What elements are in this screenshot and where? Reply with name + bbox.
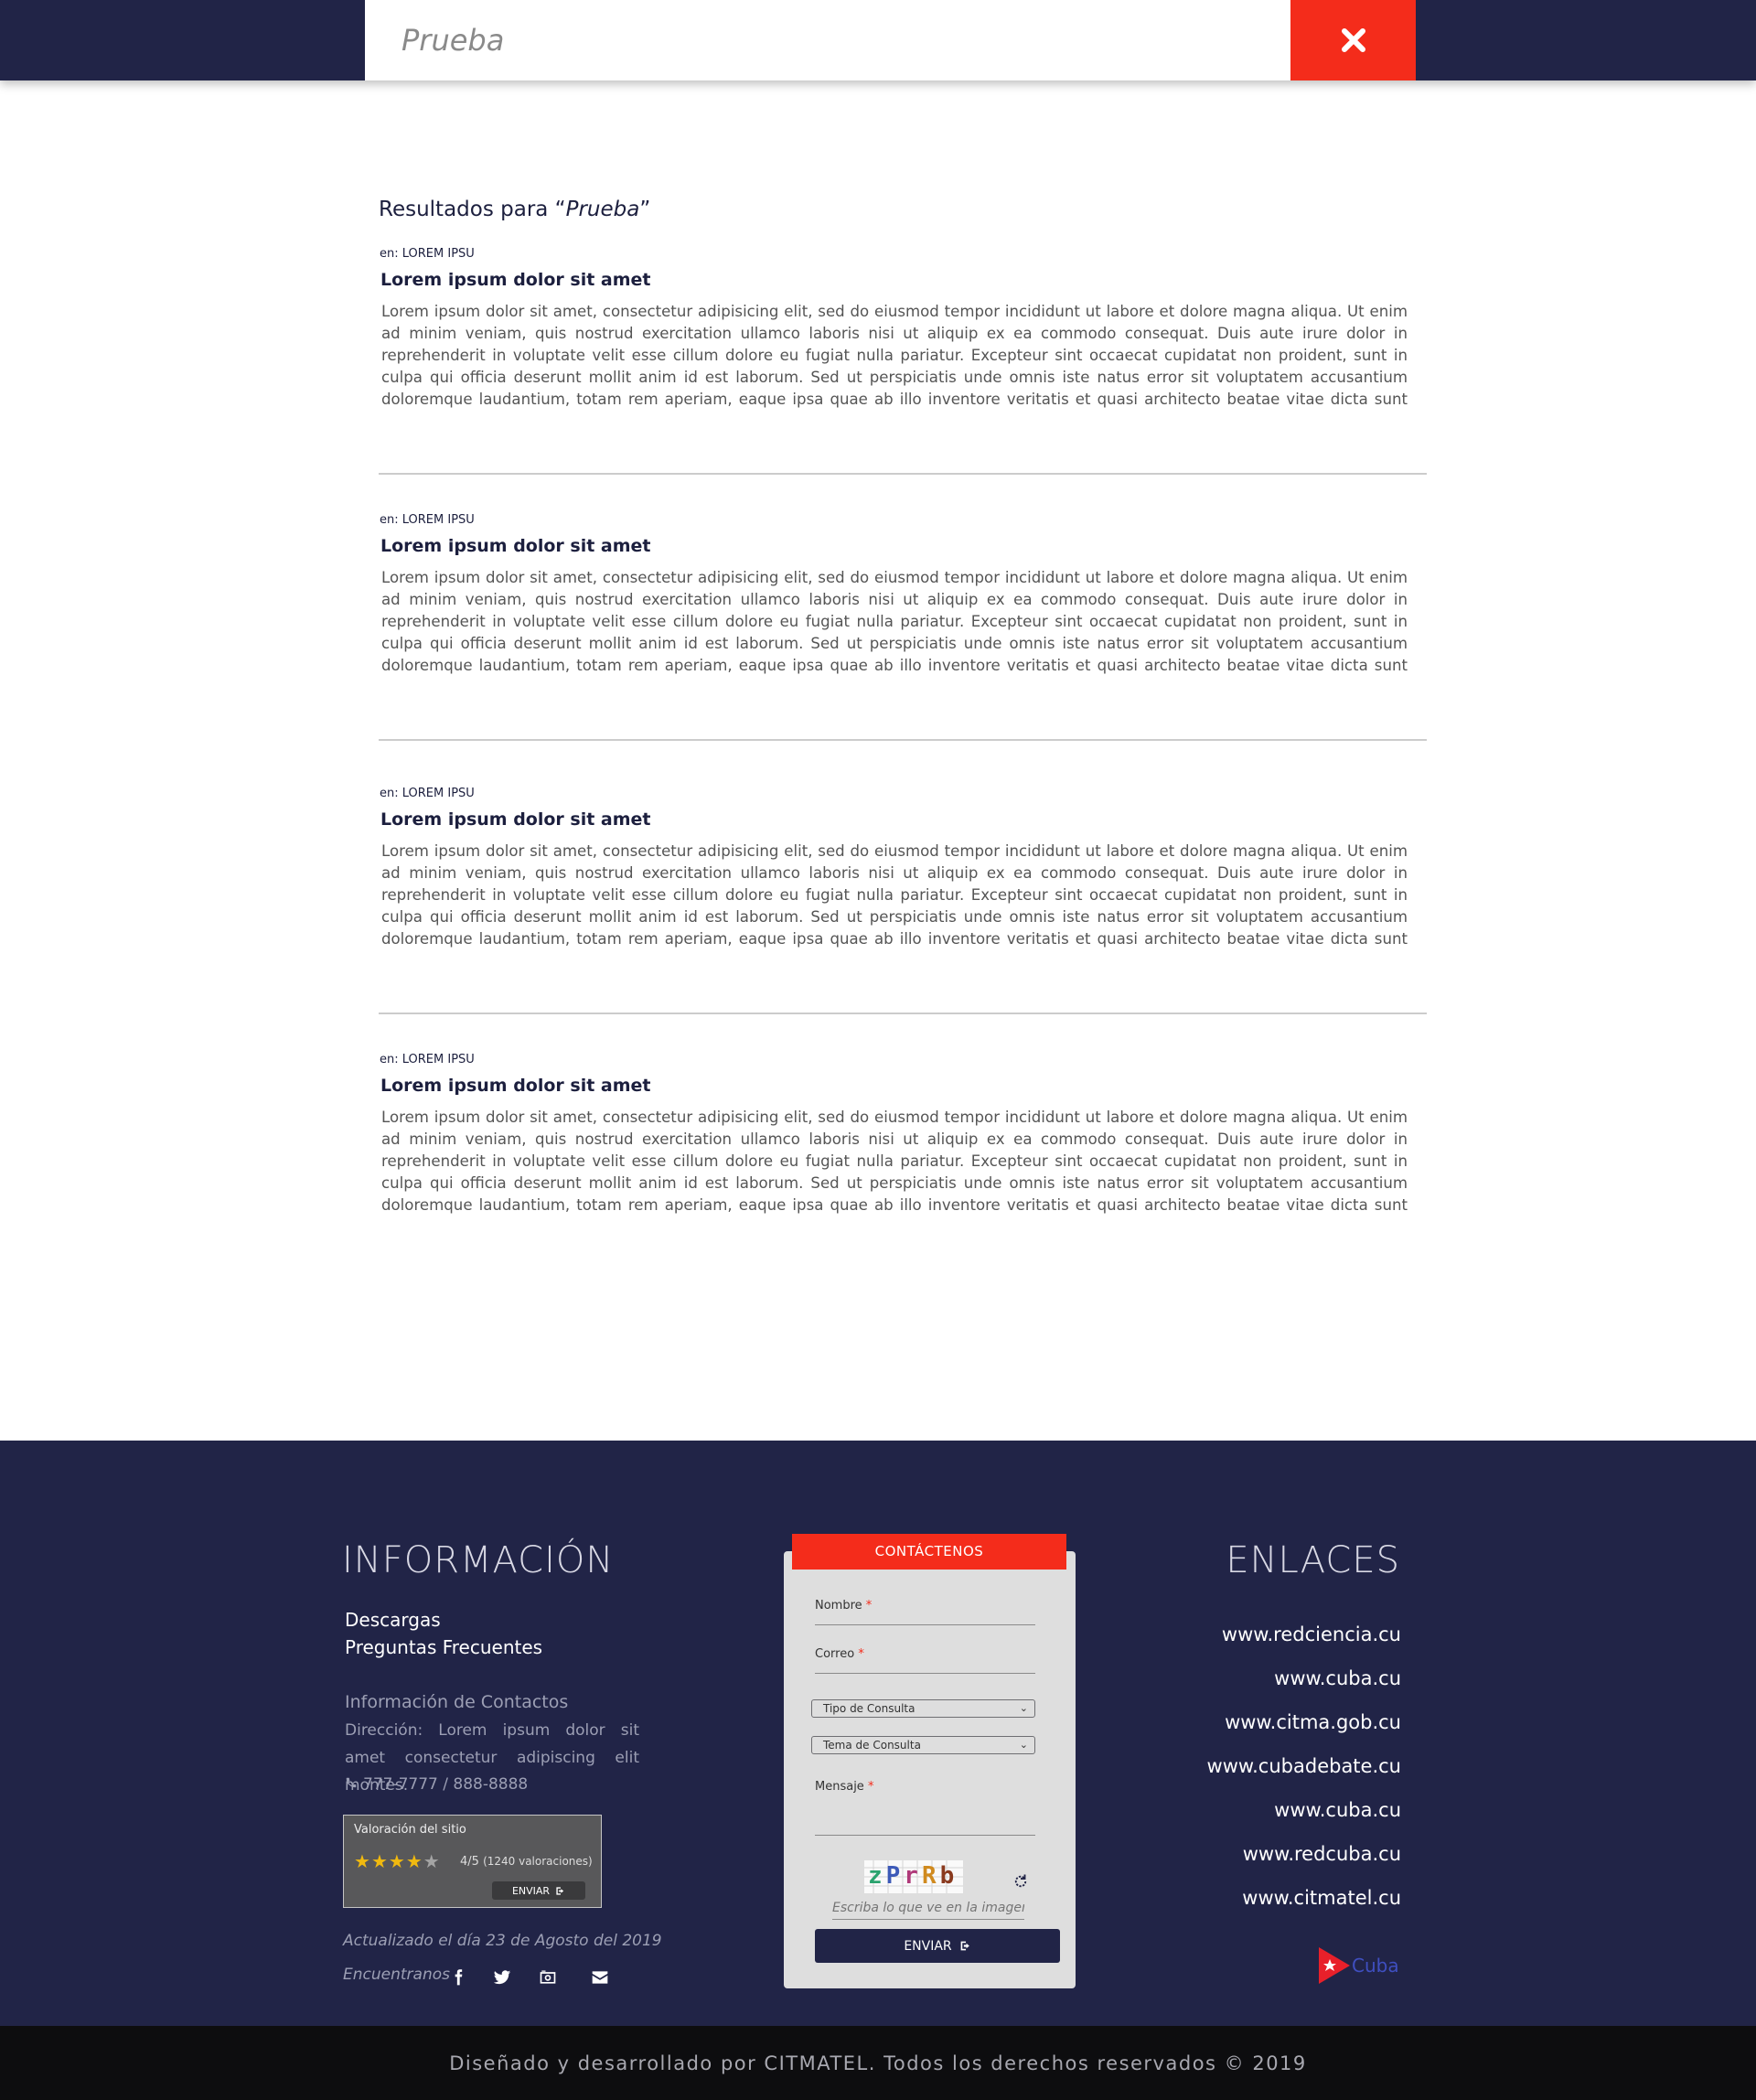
result-category[interactable]: en: LOREM IPSU: [380, 247, 1427, 261]
name-label: Nombre *: [815, 1599, 872, 1612]
result-title[interactable]: Lorem ipsum dolor sit amet: [380, 809, 1427, 830]
copyright-text: Diseñado y desarrollado por CITMATEL. To…: [449, 2052, 1307, 2074]
required-mark: *: [865, 1599, 873, 1612]
star-icon[interactable]: ★: [371, 1850, 389, 1872]
link-redciencia[interactable]: www.redciencia.cu: [1222, 1623, 1401, 1645]
captcha-text: zPrRb: [868, 1862, 958, 1890]
footer: INFORMACIÓN Descargas Preguntas Frecuent…: [0, 1441, 1756, 2026]
message-label-text: Mensaje: [815, 1780, 864, 1794]
result-title[interactable]: Lorem ipsum dolor sit amet: [380, 1076, 1427, 1096]
result-item: en: LOREM IPSU Lorem ipsum dolor sit ame…: [379, 787, 1427, 950]
contact-info-title: Información de Contactos: [345, 1692, 569, 1712]
twitter-icon[interactable]: [488, 1964, 516, 1991]
star-icon[interactable]: ★: [354, 1850, 371, 1872]
contact-phone: 777-7777 / 888-8888: [345, 1775, 528, 1794]
phone-text: 777-7777 / 888-8888: [363, 1775, 529, 1794]
link-cubadebate[interactable]: www.cubadebate.cu: [1207, 1755, 1401, 1777]
contact-form: Nombre * Correo * Tipo de Consulta ⌄ Tema…: [784, 1551, 1076, 1988]
result-item: en: LOREM IPSU Lorem ipsum dolor sit ame…: [379, 1053, 1427, 1216]
envelope-icon[interactable]: [586, 1964, 614, 1991]
result-category[interactable]: en: LOREM IPSU: [380, 1053, 1427, 1066]
contact-send-button[interactable]: ENVIAR: [815, 1929, 1060, 1963]
results-heading-prefix: Resultados para “: [379, 198, 566, 221]
rating-value: 4/5: [460, 1855, 479, 1869]
chevron-down-icon: ⌄: [1019, 1702, 1028, 1714]
faq-link[interactable]: Preguntas Frecuentes: [345, 1636, 542, 1658]
result-snippet: Lorem ipsum dolor sit amet, consectetur …: [381, 1109, 1408, 1214]
downloads-link[interactable]: Descargas: [345, 1609, 441, 1631]
result-item: en: LOREM IPSU Lorem ipsum dolor sit ame…: [379, 247, 1427, 411]
name-field[interactable]: [815, 1624, 1035, 1625]
search-box: [365, 0, 1290, 80]
link-citma[interactable]: www.citma.gob.cu: [1225, 1711, 1401, 1733]
rating-count: (1240 valoraciones): [483, 1855, 593, 1868]
result-title[interactable]: Lorem ipsum dolor sit amet: [380, 536, 1427, 556]
result-category[interactable]: en: LOREM IPSU: [380, 787, 1427, 800]
result-item: en: LOREM IPSU Lorem ipsum dolor sit ame…: [379, 513, 1427, 677]
link-redcuba[interactable]: www.redcuba.cu: [1243, 1843, 1401, 1865]
message-label: Mensaje *: [815, 1780, 873, 1794]
site-rating-widget: Valoración del sitio ★★★★★ 4/5 (1240 val…: [343, 1815, 602, 1908]
email-field[interactable]: [815, 1673, 1035, 1674]
find-us-label: Encuentranos: [343, 1966, 450, 1984]
contact-form-tab: CONTÁCTENOS: [792, 1534, 1066, 1570]
rating-title: Valoración del sitio: [354, 1823, 466, 1837]
chevron-down-icon: ⌄: [1019, 1739, 1028, 1751]
message-field[interactable]: [815, 1835, 1035, 1836]
results-heading-query: Prueba: [565, 198, 640, 221]
rating-send-button[interactable]: ENVIAR: [492, 1881, 585, 1900]
results-heading: Resultados para “Prueba”: [379, 198, 650, 221]
result-title[interactable]: Lorem ipsum dolor sit amet: [380, 270, 1427, 290]
result-divider: [379, 473, 1427, 475]
link-citmatel[interactable]: www.citmatel.cu: [1242, 1887, 1401, 1909]
link-cuba[interactable]: www.cuba.cu: [1274, 1667, 1401, 1689]
required-mark: *: [867, 1780, 874, 1794]
rating-stars[interactable]: ★★★★★: [354, 1850, 441, 1872]
sign-out-icon: [556, 1886, 564, 1895]
query-topic-select[interactable]: Tema de Consulta ⌄: [811, 1736, 1035, 1754]
query-topic-value: Tema de Consulta: [823, 1739, 921, 1752]
name-label-text: Nombre: [815, 1599, 862, 1612]
star-icon[interactable]: ★: [389, 1850, 406, 1872]
phone-icon: [345, 1775, 358, 1794]
cuba-logo[interactable]: Cuba: [1317, 1945, 1401, 1986]
link-cuba-2[interactable]: www.cuba.cu: [1274, 1799, 1401, 1821]
links-heading: ENLACES: [1226, 1539, 1400, 1581]
contact-send-label: ENVIAR: [904, 1938, 952, 1954]
required-mark: *: [858, 1647, 864, 1661]
query-type-value: Tipo de Consulta: [823, 1702, 915, 1715]
result-snippet: Lorem ipsum dolor sit amet, consectetur …: [381, 842, 1408, 948]
facebook-icon[interactable]: [444, 1964, 472, 1991]
top-bar: [0, 0, 1756, 80]
captcha-image: zPrRb: [864, 1860, 963, 1893]
camera-icon[interactable]: [534, 1964, 562, 1991]
result-divider: [379, 1012, 1427, 1014]
info-heading: INFORMACIÓN: [342, 1539, 615, 1581]
star-icon[interactable]: ★: [406, 1850, 423, 1872]
email-label-text: Correo: [815, 1647, 855, 1661]
rating-send-label: ENVIAR: [511, 1884, 551, 1897]
refresh-captcha-icon[interactable]: [1012, 1873, 1029, 1890]
copyright-bar: Diseñado y desarrollado por CITMATEL. To…: [0, 2026, 1756, 2100]
rating-score: 4/5 (1240 valoraciones): [460, 1855, 593, 1869]
close-icon: [1341, 28, 1365, 52]
email-label: Correo *: [815, 1647, 864, 1661]
star-icon[interactable]: ★: [423, 1850, 441, 1872]
last-updated: Actualizado el día 23 de Agosto del 2019: [343, 1932, 662, 1950]
search-input[interactable]: [402, 0, 1280, 80]
close-search-button[interactable]: [1290, 0, 1416, 80]
query-type-select[interactable]: Tipo de Consulta ⌄: [811, 1699, 1035, 1718]
results-heading-suffix: ”: [639, 198, 651, 221]
sign-out-icon: [960, 1941, 969, 1951]
result-snippet: Lorem ipsum dolor sit amet, consectetur …: [381, 569, 1408, 674]
result-snippet: Lorem ipsum dolor sit amet, consectetur …: [381, 303, 1408, 408]
result-divider: [379, 739, 1427, 741]
result-category[interactable]: en: LOREM IPSU: [380, 513, 1427, 527]
cuba-logo-text: Cuba: [1352, 1955, 1399, 1977]
captcha-input[interactable]: [832, 1896, 1024, 1920]
